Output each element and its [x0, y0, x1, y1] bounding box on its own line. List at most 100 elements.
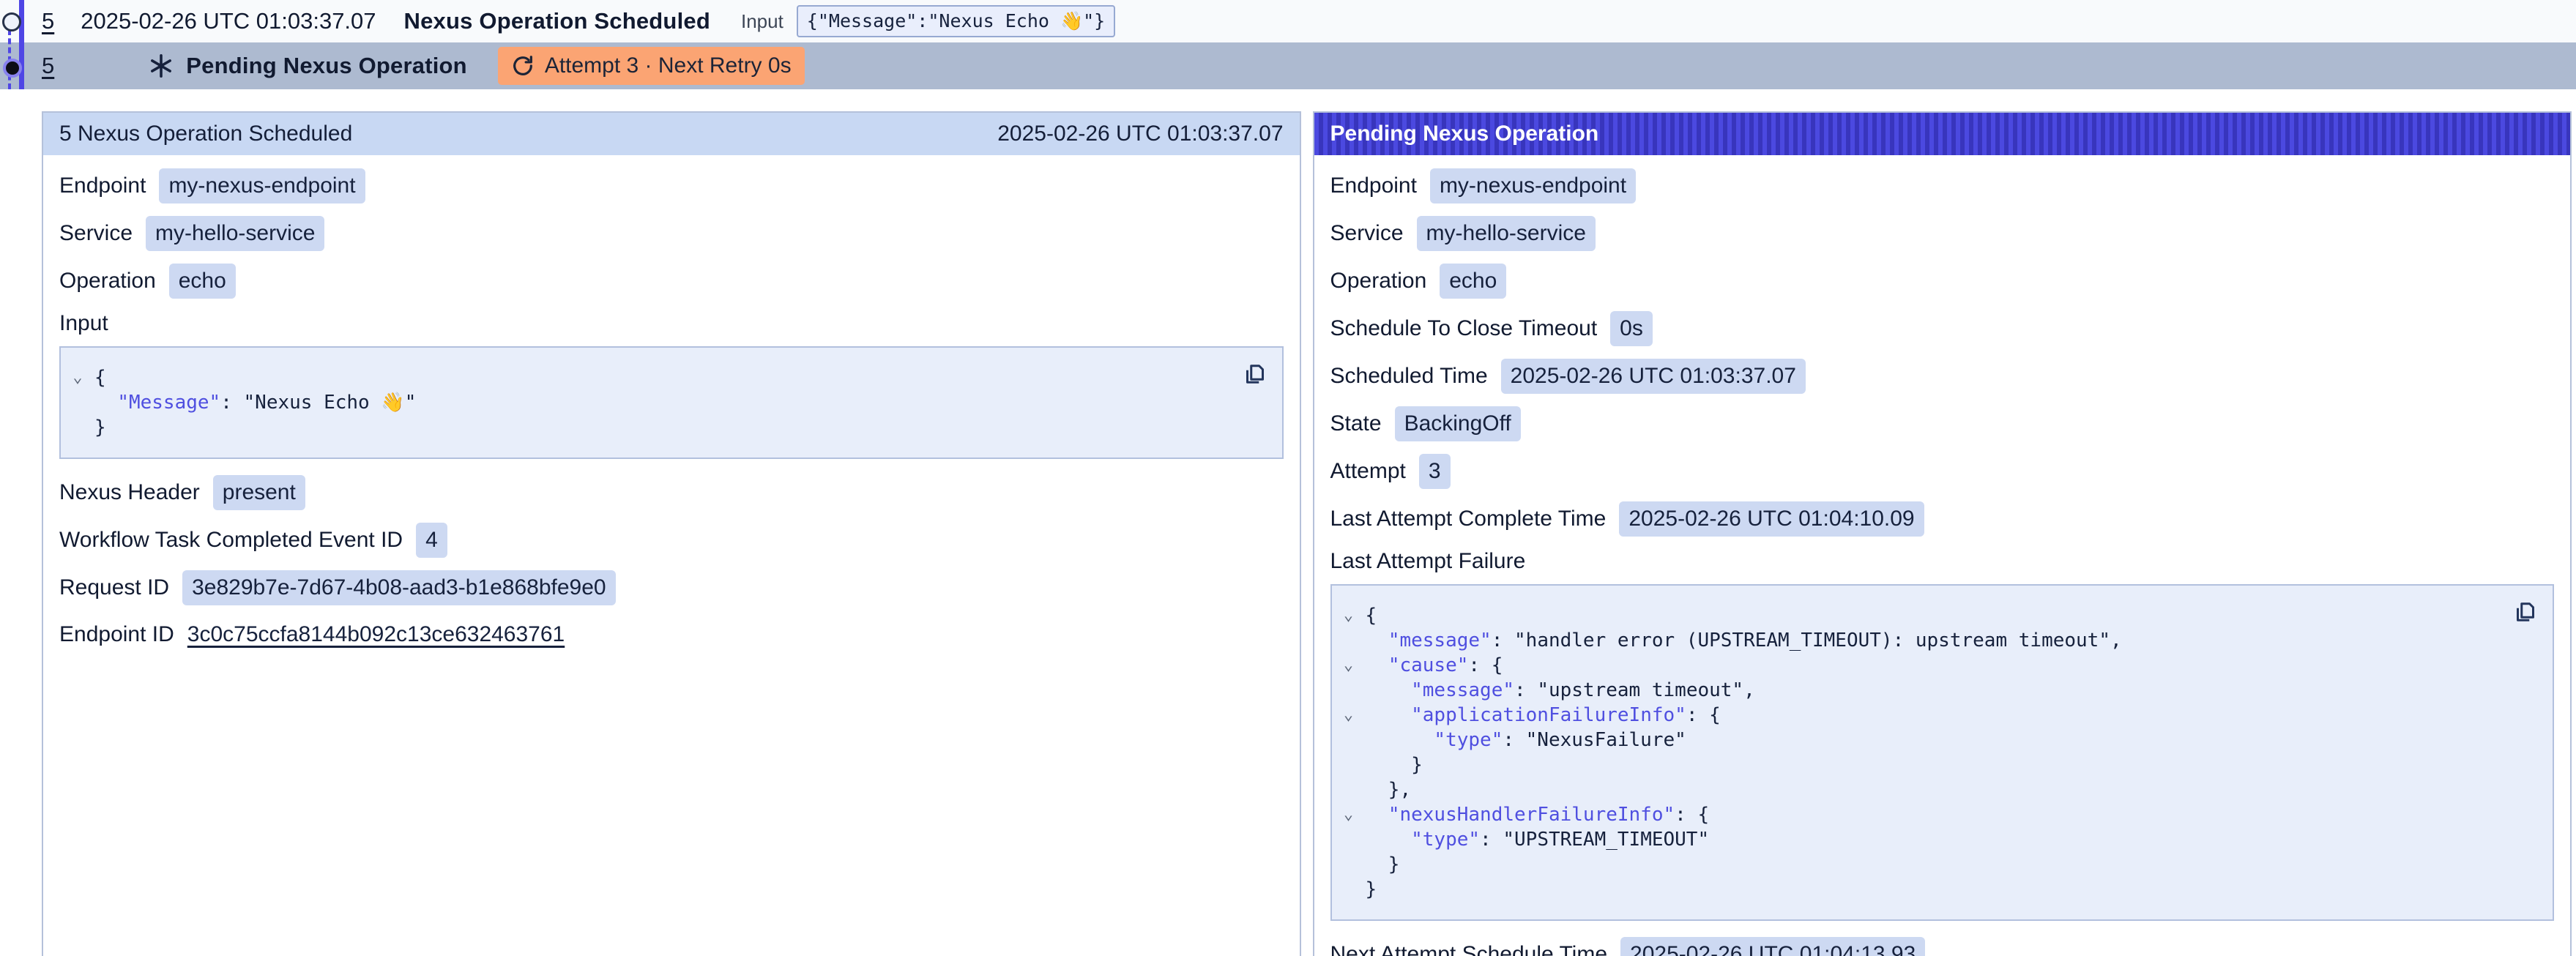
json-key: "nexusHandlerFailureInfo" — [1388, 802, 1675, 827]
retry-icon — [511, 54, 535, 78]
json-text: } — [1366, 852, 1400, 877]
copy-icon[interactable] — [2512, 599, 2539, 627]
code-line: "Message": "Nexus Echo 👋" — [61, 390, 1231, 415]
field-state: StateBackingOff — [1330, 406, 2555, 441]
json-text: : "NexusFailure" — [1503, 728, 1686, 753]
json-key: "cause" — [1388, 653, 1469, 678]
code-line: "message": "handler error (UPSTREAM_TIME… — [1332, 628, 2502, 653]
field-label: Operation — [1330, 269, 1427, 294]
failure-section-label: Last Attempt Failure — [1330, 549, 2555, 574]
json-text: : "Nexus Echo 👋" — [220, 390, 416, 415]
json-text: : "handler error (UPSTREAM_TIMEOUT): ups… — [1492, 628, 2122, 653]
field-label: Endpoint — [59, 173, 146, 198]
json-key: "message" — [1388, 628, 1492, 653]
json-text — [1366, 653, 1388, 678]
code-gutter — [61, 415, 94, 440]
json-text: : { — [1686, 703, 1721, 728]
timeline-node-open-icon — [2, 12, 21, 31]
event-row-scheduled[interactable]: 5 2025-02-26 UTC 01:03:37.07 Nexus Opera… — [0, 0, 2576, 42]
code-line: "type": "UPSTREAM_TIMEOUT" — [1332, 827, 2502, 852]
code-line: ⌄ "nexusHandlerFailureInfo": { — [1332, 802, 2502, 827]
code-gutter — [1332, 877, 1366, 902]
json-text: : { — [1468, 653, 1503, 678]
field-value-badge: 0s — [1610, 311, 1653, 346]
field-value-badge: my-hello-service — [1417, 216, 1596, 251]
code-line: } — [61, 415, 1231, 440]
json-text: } — [94, 415, 106, 440]
code-gutter — [61, 390, 94, 415]
field-label: Attempt — [1330, 459, 1406, 484]
code-line: } — [1332, 753, 2502, 777]
event-row-pending[interactable]: 5 Pending Nexus Operation Attempt 3 · Ne… — [0, 42, 2576, 89]
code-gutter — [1332, 678, 1366, 703]
field-label: Service — [1330, 221, 1404, 246]
field-value-badge: 2025-02-26 UTC 01:03:37.07 — [1501, 359, 1806, 394]
timeline-active-bar — [19, 0, 24, 89]
field-value-link[interactable]: 3c0c75ccfa8144b092c13ce632463761 — [187, 622, 565, 647]
field-value-badge: 2025-02-26 UTC 01:04:13.93 — [1620, 937, 1925, 956]
field-value-badge: echo — [1440, 264, 1506, 299]
field-label: Endpoint ID — [59, 622, 174, 647]
left-panel-title: 5 Nexus Operation Scheduled — [59, 122, 352, 146]
field-endpoint: Endpoint my-nexus-endpoint — [1330, 168, 2555, 203]
right-panel-body: Endpoint my-nexus-endpoint Service my-hello… — [1314, 155, 2571, 956]
code-line: ⌄{ — [1332, 603, 2502, 628]
json-key: "type" — [1411, 827, 1480, 852]
code-gutter — [1332, 628, 1366, 653]
json-key: "type" — [1434, 728, 1503, 753]
field-label: Last Attempt Complete Time — [1330, 507, 1607, 531]
left-panel-body: Endpointmy-nexus-endpointServicemy-hello… — [43, 155, 1300, 677]
collapse-chevron-icon[interactable]: ⌄ — [61, 365, 94, 390]
event-timestamp: 2025-02-26 UTC 01:03:37.07 — [81, 8, 376, 34]
collapse-chevron-icon[interactable]: ⌄ — [1332, 603, 1366, 628]
field-operation: Operationecho — [59, 264, 1284, 299]
pending-id-link[interactable]: 5 — [42, 53, 54, 79]
collapse-chevron-icon[interactable]: ⌄ — [1332, 703, 1366, 728]
field-request-id: Request ID3e829b7e-7d67-4b08-aad3-b1e868… — [59, 570, 1284, 605]
field-value-badge: BackingOff — [1395, 406, 1521, 441]
copy-icon[interactable] — [1241, 361, 1269, 389]
json-text — [1366, 802, 1388, 827]
field-value-badge: my-hello-service — [146, 216, 324, 251]
retry-status-badge: Attempt 3 · Next Retry 0s — [498, 47, 805, 85]
field-attempt: Attempt 3 — [1330, 454, 2555, 489]
input-section-label: Input — [59, 311, 1284, 336]
json-text: { — [1366, 603, 1377, 628]
field-schedule-to-close-timeout: Schedule To Close Timeout 0s — [1330, 311, 2555, 346]
field-service: Service my-hello-service — [1330, 216, 2555, 251]
event-history-view: 5 2025-02-26 UTC 01:03:37.07 Nexus Opera… — [0, 0, 2576, 956]
event-id-link[interactable]: 5 — [42, 8, 54, 34]
code-line: "type": "NexusFailure" — [1332, 728, 2502, 753]
field-last-attempt-complete-time: Last Attempt Complete Time2025-02-26 UTC… — [1330, 501, 2555, 537]
field-workflow-task-completed-event-id: Workflow Task Completed Event ID4 — [59, 523, 1284, 558]
field-scheduled-time: Scheduled Time 2025-02-26 UTC 01:03:37.07 — [1330, 359, 2555, 394]
code-line: } — [1332, 877, 2502, 902]
event-input-chip[interactable]: {"Message":"Nexus Echo 👋"} — [797, 5, 1115, 37]
field-label: Schedule To Close Timeout — [1330, 316, 1598, 341]
failure-code-block: ⌄{ "message": "handler error (UPSTREAM_T… — [1330, 584, 2555, 921]
code-line: ⌄ "applicationFailureInfo": { — [1332, 703, 2502, 728]
collapse-chevron-icon[interactable]: ⌄ — [1332, 653, 1366, 678]
right-panel-title: Pending Nexus Operation — [1330, 122, 1599, 146]
event-input-label: Input — [741, 10, 783, 33]
field-label: Scheduled Time — [1330, 364, 1488, 389]
field-value-badge: 3 — [1419, 454, 1451, 489]
detail-panels: 5 Nexus Operation Scheduled 2025-02-26 U… — [42, 111, 2572, 956]
field-next-attempt-schedule-time: Next Attempt Schedule Time2025-02-26 UTC… — [1330, 937, 2555, 956]
json-text: }, — [1366, 777, 1412, 802]
code-gutter — [1332, 728, 1366, 753]
json-text: } — [1366, 877, 1377, 902]
field-value-badge: my-nexus-endpoint — [1430, 168, 1636, 203]
field-nexus-header: Nexus Headerpresent — [59, 475, 1284, 510]
field-label: Endpoint — [1330, 173, 1417, 198]
code-gutter — [1332, 777, 1366, 802]
json-key: "message" — [1411, 678, 1514, 703]
json-text: } — [1366, 753, 1423, 777]
retry-badge-text: Attempt 3 · Next Retry 0s — [545, 53, 792, 78]
json-text — [1366, 678, 1412, 703]
json-text — [1366, 728, 1434, 753]
collapse-chevron-icon[interactable]: ⌄ — [1332, 802, 1366, 827]
field-value-badge: echo — [169, 264, 236, 299]
pending-asterisk-icon — [148, 53, 174, 79]
json-text: : { — [1675, 802, 1709, 827]
